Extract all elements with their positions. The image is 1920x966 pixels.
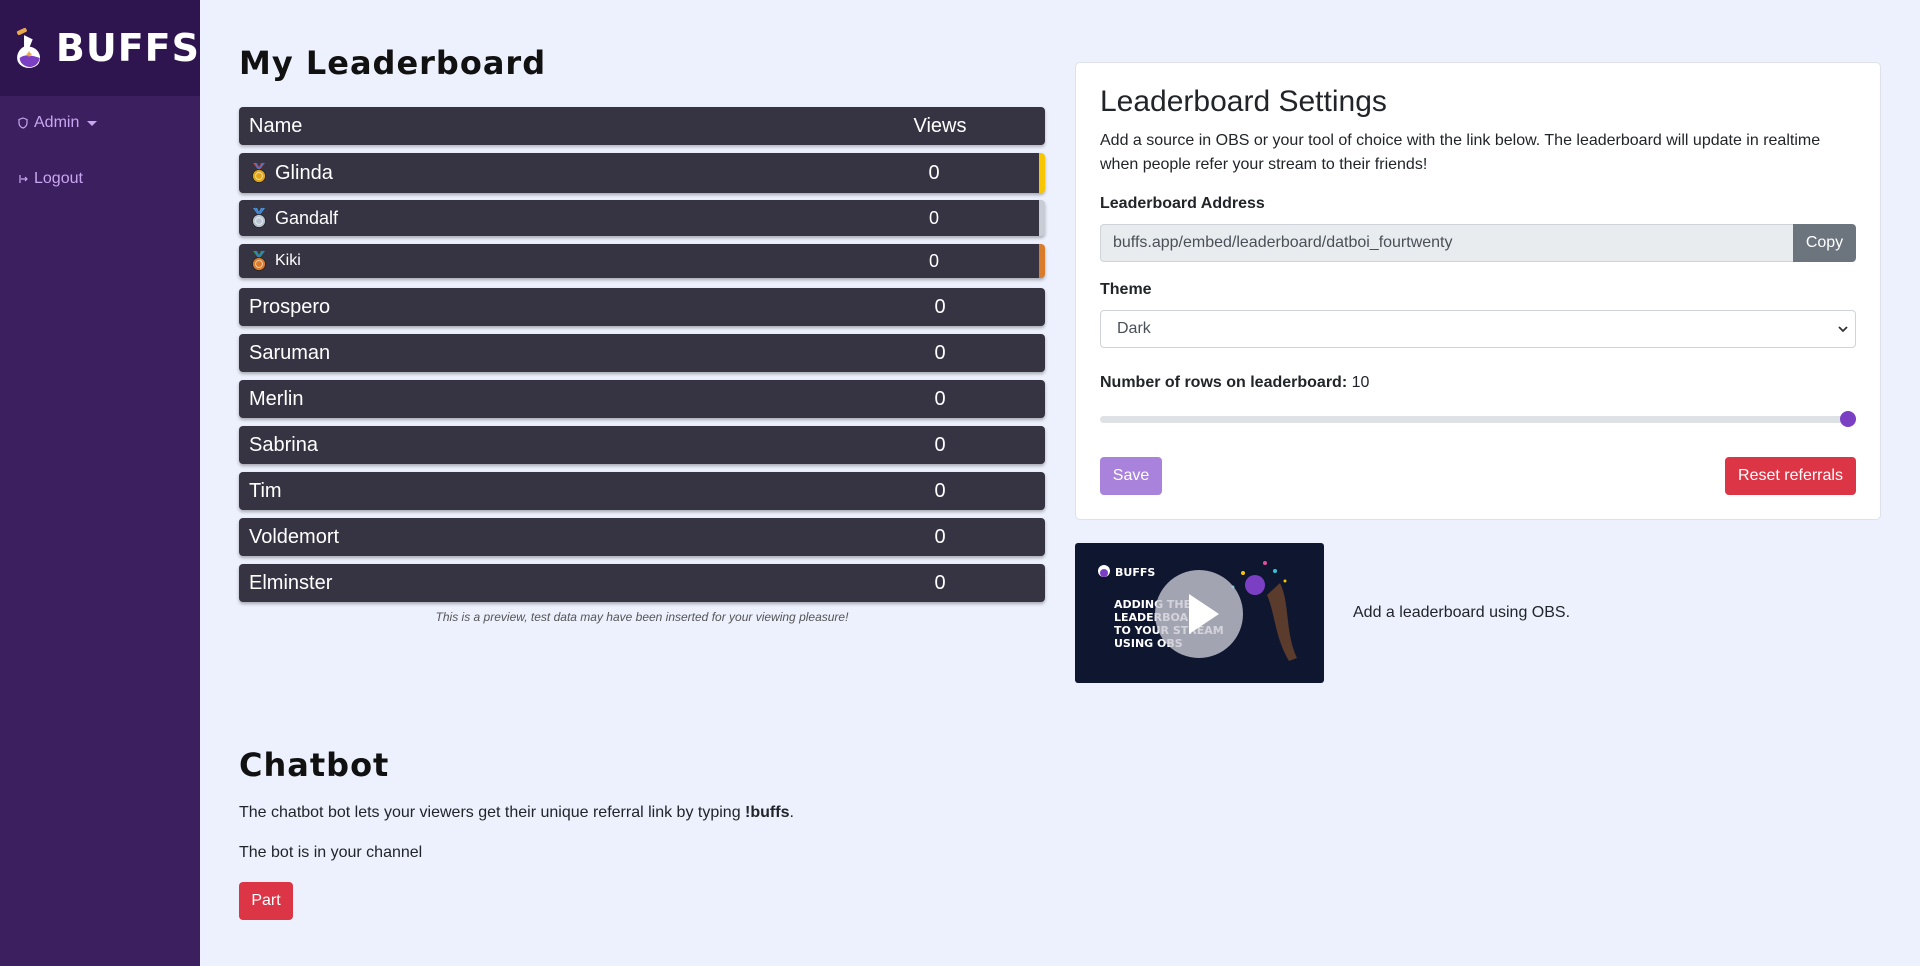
sidebar: BUFFS Admin Logout: [0, 0, 200, 966]
leaderboard-row: Merlin 0: [239, 380, 1045, 418]
chatbot-desc-end: .: [789, 804, 794, 821]
address-input[interactable]: buffs.app/embed/leaderboard/datboi_fourt…: [1100, 224, 1793, 262]
leaderboard-row: Tim 0: [239, 472, 1045, 510]
leaderboard-header: Name Views: [239, 107, 1045, 145]
row-name: Sabrina: [239, 434, 835, 457]
logout-link[interactable]: Logout: [0, 170, 83, 188]
theme-value: Dark: [1117, 320, 1151, 337]
slider-track: [1100, 416, 1856, 423]
row-name: Voldemort: [239, 526, 835, 549]
chatbot-description: The chatbot bot lets your viewers get th…: [239, 804, 794, 822]
row-views: 0: [934, 525, 946, 548]
chatbot-title: Chatbot: [239, 746, 390, 784]
chatbot-status: The bot is in your channel: [239, 844, 423, 861]
rows-label-group: Number of rows on leaderboard: 10: [1100, 374, 1369, 392]
shield-icon: [18, 117, 28, 129]
row-name-text: Gandalf: [275, 207, 339, 228]
leaderboard-row: Kiki 0: [239, 244, 1045, 278]
row-name-text: Merlin: [249, 387, 304, 410]
leaderboard-row: Gandalf 0: [239, 200, 1045, 236]
row-views: 0: [928, 207, 939, 228]
save-button[interactable]: Save: [1100, 457, 1162, 495]
column-views-header: Views: [913, 114, 967, 137]
chatbot-command: !buffs: [745, 804, 790, 821]
theme-label: Theme: [1100, 281, 1152, 298]
part-button[interactable]: Part: [239, 882, 293, 920]
row-name: Merlin: [239, 388, 835, 411]
row-views: 0: [934, 571, 946, 594]
settings-description: Add a source in OBS or your tool of choi…: [1100, 132, 1821, 173]
leaderboard-row: Saruman 0: [239, 334, 1045, 372]
row-views: 0: [934, 295, 946, 318]
reset-referrals-button[interactable]: Reset referrals: [1725, 457, 1856, 495]
leaderboard-row: Voldemort 0: [239, 518, 1045, 556]
leaderboard-row: Glinda 0: [239, 153, 1045, 193]
brand-logo[interactable]: BUFFS: [0, 0, 200, 96]
rows-label: Number of rows on leaderboard:: [1100, 374, 1348, 391]
row-views: 0: [934, 341, 946, 364]
video-brand: BUFFS: [1115, 566, 1156, 579]
row-name: Prospero: [239, 296, 835, 319]
row-name: Tim: [239, 480, 835, 503]
slider-thumb[interactable]: [1840, 411, 1856, 427]
leaderboard-settings-card: Leaderboard Settings Add a source in OBS…: [1075, 62, 1881, 520]
row-name-text: Saruman: [249, 341, 331, 364]
row-name-text: Glinda: [275, 161, 333, 184]
row-name-text: Prospero: [249, 295, 331, 318]
theme-select[interactable]: Dark: [1100, 310, 1856, 348]
row-views: 0: [934, 433, 946, 456]
row-name-text: Sabrina: [249, 433, 318, 456]
row-views: 0: [928, 250, 939, 271]
potion-logo-icon: [16, 27, 41, 68]
copy-button[interactable]: Copy: [1793, 224, 1856, 262]
row-views: 0: [934, 387, 946, 410]
play-icon[interactable]: [1155, 570, 1243, 658]
chevron-down-icon: [87, 120, 98, 126]
settings-title: Leaderboard Settings: [1100, 85, 1387, 118]
row-name: Gandalf: [239, 207, 829, 229]
leaderboard-preview: Name Views Glinda 0 Gandalf 0 Kiki 0 Prospero 0…: [239, 107, 1045, 602]
row-name-text: Voldemort: [249, 525, 340, 548]
row-name-text: Tim: [249, 479, 282, 502]
leaderboard-row: Sabrina 0: [239, 426, 1045, 464]
column-name-header: Name: [249, 114, 303, 137]
row-name-text: Elminster: [249, 571, 333, 594]
brand-name: BUFFS: [55, 26, 200, 70]
row-views: 0: [928, 161, 940, 184]
medal-icon: [252, 162, 266, 183]
address-label: Leaderboard Address: [1100, 195, 1265, 212]
row-name: Glinda: [239, 162, 829, 185]
row-name: Kiki: [239, 250, 829, 272]
leaderboard-title: My Leaderboard: [239, 44, 547, 82]
logout-icon: [19, 175, 28, 183]
leaderboard-row: Prospero 0: [239, 288, 1045, 326]
row-name-text: Kiki: [275, 252, 301, 269]
medal-icon: [252, 207, 266, 228]
admin-dropdown[interactable]: Admin: [0, 114, 98, 132]
logout-label: Logout: [34, 170, 83, 187]
chevron-down-icon: [1838, 326, 1848, 333]
rows-slider[interactable]: [1100, 411, 1856, 427]
row-views: 0: [934, 479, 946, 502]
row-name: Saruman: [239, 342, 835, 365]
rows-value: 10: [1351, 374, 1370, 391]
address-group: buffs.app/embed/leaderboard/datboi_fourt…: [1100, 224, 1856, 262]
video-caption: Add a leaderboard using OBS.: [1353, 604, 1571, 621]
admin-label: Admin: [34, 114, 80, 131]
row-name: Elminster: [239, 572, 835, 595]
medal-icon: [252, 250, 266, 271]
preview-caption: This is a preview, test data may have be…: [435, 610, 849, 624]
leaderboard-row: Elminster 0: [239, 564, 1045, 602]
main-content: My Leaderboard Name Views Glinda 0 Gandalf…: [200, 0, 1920, 966]
chatbot-desc-text: The chatbot bot lets your viewers get th…: [239, 804, 746, 821]
obs-video-thumbnail[interactable]: BUFFS ADDING THE LEADERBOARD TO YOUR STR…: [1075, 543, 1324, 683]
